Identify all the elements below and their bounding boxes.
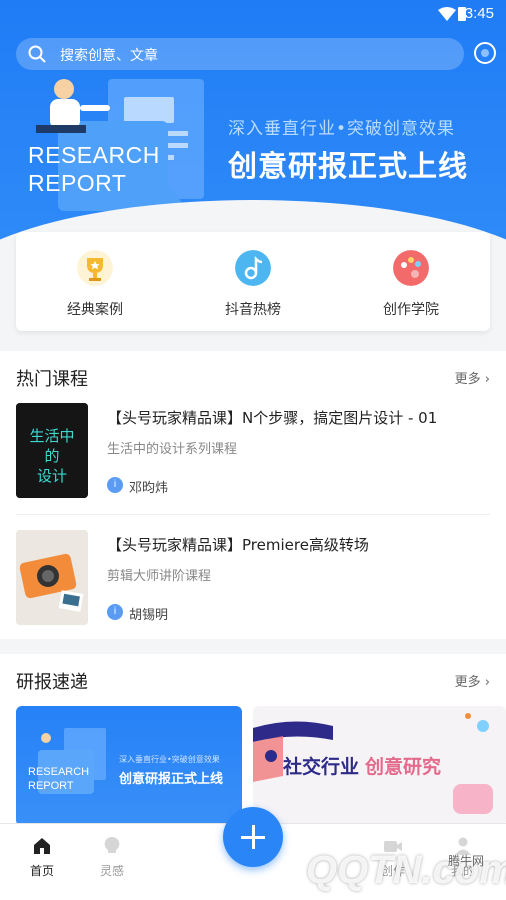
divider bbox=[16, 514, 490, 515]
message-icon[interactable] bbox=[474, 42, 496, 64]
svg-text:设计: 设计 bbox=[37, 467, 67, 485]
svg-text:的: 的 bbox=[44, 447, 59, 465]
more-link[interactable]: 更多 › bbox=[455, 671, 490, 690]
report-card-eng2: REPORT bbox=[28, 780, 74, 792]
create-fab-button[interactable] bbox=[223, 807, 283, 867]
quick-entry-card: 经典案例 抖音热榜 创作学院 bbox=[16, 232, 490, 331]
course-subtitle: 生活中的设计系列课程 bbox=[107, 442, 238, 457]
search-icon bbox=[28, 45, 46, 63]
hot-courses-section: 热门课程 更多 › 生活中 的 设计 【头号玩家精品课】N个步骤，搞定图片设计 … bbox=[0, 351, 506, 639]
course-thumbnail: 生活中 的 设计 bbox=[16, 403, 88, 498]
hero-banner[interactable]: 3:45 搜索创意、文章 RESEARCH REPORT 深入垂直行业•突破创意… bbox=[0, 0, 506, 262]
search-placeholder: 搜索创意、文章 bbox=[60, 48, 158, 64]
trophy-icon bbox=[77, 250, 113, 286]
course-author: 邓昀炜 bbox=[129, 481, 169, 496]
more-label: 更多 bbox=[454, 675, 481, 690]
report-card-sub: 深入垂直行业•突破创意效果 bbox=[119, 755, 220, 764]
report-card[interactable]: RESEARCH REPORT 深入垂直行业•突破创意效果 创意研报正式上线 bbox=[16, 706, 242, 826]
home-icon bbox=[34, 838, 50, 854]
lightbulb-icon bbox=[104, 836, 120, 853]
report-card[interactable]: 社交行业 创意研究 bbox=[253, 706, 506, 826]
course-item[interactable]: 生活中 的 设计 【头号玩家精品课】N个步骤，搞定图片设计 - 01 生活中的设… bbox=[16, 403, 490, 503]
wifi-icon bbox=[438, 7, 456, 21]
tab-home[interactable]: 首页 bbox=[7, 824, 77, 900]
quick-entry-academy[interactable]: 创作学院 bbox=[332, 232, 490, 331]
report-card-title-a: 社交行业 bbox=[283, 756, 360, 778]
status-time: 3:45 bbox=[464, 5, 494, 22]
watermark-cn: 腾牛网 bbox=[448, 854, 485, 868]
tab-inspiration[interactable]: 灵感 bbox=[77, 824, 147, 900]
chevron-right-icon: › bbox=[484, 372, 490, 387]
report-card-eng1: RESEARCH bbox=[28, 766, 90, 778]
quick-entry-label: 抖音热榜 bbox=[225, 302, 281, 318]
course-thumbnail bbox=[16, 530, 88, 625]
author-icon: i bbox=[107, 604, 123, 620]
course-title: 【头号玩家精品课】Premiere高级转场 bbox=[107, 536, 369, 554]
tab-label: 首页 bbox=[29, 864, 54, 878]
tab-label: 灵感 bbox=[99, 864, 124, 878]
banner-eng-line1: RESEARCH bbox=[28, 142, 160, 168]
banner-eng-line2: REPORT bbox=[28, 170, 127, 196]
chevron-right-icon: › bbox=[484, 675, 490, 690]
search-input[interactable]: 搜索创意、文章 bbox=[16, 38, 464, 70]
palette-icon bbox=[393, 250, 429, 286]
report-card-title-b: 创意研究 bbox=[365, 756, 442, 778]
camera-photo-art bbox=[16, 530, 88, 625]
quick-entry-douyin[interactable]: 抖音热榜 bbox=[174, 232, 332, 331]
report-card-title: 创意研报正式上线 bbox=[119, 772, 224, 787]
banner-title: 创意研报正式上线 bbox=[228, 149, 469, 183]
quick-entry-cases[interactable]: 经典案例 bbox=[16, 232, 174, 331]
course-title: 【头号玩家精品课】N个步骤，搞定图片设计 - 01 bbox=[107, 409, 438, 427]
section-title: 热门课程 bbox=[16, 369, 88, 390]
quick-entry-label: 创作学院 bbox=[383, 302, 439, 318]
section-title: 研报速递 bbox=[16, 672, 88, 693]
status-bar: 3:45 bbox=[0, 0, 506, 28]
course-subtitle: 剪辑大师讲阶课程 bbox=[107, 569, 212, 584]
course-item[interactable]: 【头号玩家精品课】Premiere高级转场 剪辑大师讲阶课程 i 胡锡明 bbox=[16, 530, 490, 630]
author-icon: i bbox=[107, 477, 123, 493]
music-note-icon bbox=[235, 250, 271, 286]
more-label: 更多 bbox=[454, 372, 481, 387]
course-thumbnail-art: 生活中 的 设计 bbox=[16, 403, 88, 498]
quick-entry-label: 经典案例 bbox=[67, 302, 123, 318]
svg-text:生活中: 生活中 bbox=[29, 427, 74, 445]
more-link[interactable]: 更多 › bbox=[455, 368, 490, 387]
banner-subtitle: 深入垂直行业•突破创意效果 bbox=[228, 119, 456, 139]
course-author: 胡锡明 bbox=[129, 608, 169, 623]
